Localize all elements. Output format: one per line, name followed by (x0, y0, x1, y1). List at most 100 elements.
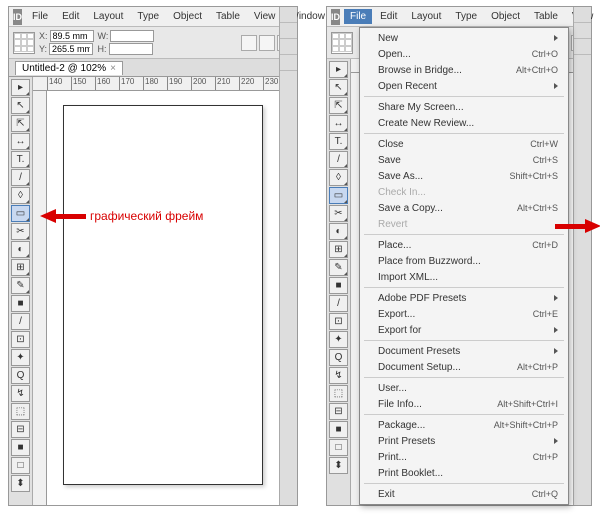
tool-button[interactable]: ◊ (329, 169, 348, 186)
tool-button[interactable]: ◊ (11, 187, 30, 204)
menubar: ID File Edit Layout Type Object Table Vi… (327, 7, 591, 27)
menu-item[interactable]: Place...Ctrl+D (360, 237, 568, 253)
tool-button[interactable]: ■ (11, 439, 30, 456)
menu-object[interactable]: Object (167, 9, 208, 24)
tool-button[interactable]: ▭ (329, 187, 348, 204)
menu-item[interactable]: Create New Review... (360, 115, 568, 131)
x-input[interactable] (50, 30, 94, 42)
tool-button[interactable]: ▸ (11, 79, 30, 96)
document-tab[interactable]: Untitled-2 @ 102%× (15, 61, 123, 75)
menu-layout[interactable]: Layout (405, 9, 447, 24)
y-input[interactable] (49, 43, 93, 55)
coord-box: X: Y: (39, 30, 94, 55)
menu-edit[interactable]: Edit (374, 9, 403, 24)
tool-button[interactable]: / (329, 295, 348, 312)
menu-item[interactable]: Place from Buzzword... (360, 253, 568, 269)
menu-item[interactable]: Share My Screen... (360, 99, 568, 115)
tool-button[interactable]: □ (329, 439, 348, 456)
tool-button[interactable]: Q (329, 349, 348, 366)
tool-button[interactable]: ⊞ (329, 241, 348, 258)
tool-button[interactable]: ↔ (329, 115, 348, 132)
menu-item[interactable]: New (360, 30, 568, 46)
h-input[interactable] (109, 43, 153, 55)
tool-button[interactable]: ⇱ (329, 97, 348, 114)
menu-type[interactable]: Type (131, 9, 165, 24)
menu-object[interactable]: Object (485, 9, 526, 24)
tool-button[interactable]: ⇱ (11, 115, 30, 132)
menu-item[interactable]: Print Booklet... (360, 465, 568, 481)
tool-button[interactable]: ▭ (11, 205, 30, 222)
w-input[interactable] (110, 30, 154, 42)
menu-item[interactable]: Document Setup...Alt+Ctrl+P (360, 359, 568, 375)
tool-button[interactable]: □ (11, 457, 30, 474)
menu-item[interactable]: User... (360, 380, 568, 396)
tool-button[interactable]: ✂ (329, 205, 348, 222)
tool-button[interactable]: ⊡ (329, 313, 348, 330)
menu-item[interactable]: Print Presets (360, 433, 568, 449)
tool-button[interactable]: ■ (11, 295, 30, 312)
reference-point-grid[interactable] (331, 32, 353, 54)
tool-button[interactable]: ■ (329, 421, 348, 438)
menu-item[interactable]: SaveCtrl+S (360, 152, 568, 168)
menu-item[interactable]: CloseCtrl+W (360, 136, 568, 152)
tool-button[interactable]: ✂ (11, 223, 30, 240)
tool-button[interactable]: ↔ (11, 133, 30, 150)
menu-item[interactable]: Import XML... (360, 269, 568, 285)
reference-point-grid[interactable] (13, 32, 35, 54)
tool-button[interactable]: ⊟ (329, 403, 348, 420)
canvas[interactable]: 140150160170180190200210220230240 (33, 77, 297, 505)
menu-view[interactable]: View (248, 9, 282, 24)
menu-item[interactable]: Export for (360, 322, 568, 338)
menu-item[interactable]: Browse in Bridge...Alt+Ctrl+O (360, 62, 568, 78)
tool-button[interactable]: ◐ (11, 241, 30, 258)
menu-item[interactable]: Save a Copy...Alt+Ctrl+S (360, 200, 568, 216)
document-page[interactable] (63, 105, 263, 485)
menu-file[interactable]: File (344, 9, 372, 24)
tool-button[interactable]: ↖ (329, 79, 348, 96)
menu-item[interactable]: Save As...Shift+Ctrl+S (360, 168, 568, 184)
tool-button[interactable]: Q (11, 367, 30, 384)
tool-button[interactable]: ▸ (329, 61, 348, 78)
menu-file[interactable]: File (26, 9, 54, 24)
menu-item[interactable]: Package...Alt+Shift+Ctrl+P (360, 417, 568, 433)
tool-button[interactable]: T. (329, 133, 348, 150)
document-tab-bar: Untitled-2 @ 102%× (9, 59, 297, 77)
tool-button[interactable]: / (11, 169, 30, 186)
menu-item[interactable]: Adobe PDF Presets (360, 290, 568, 306)
tool-button[interactable]: ⊟ (11, 421, 30, 438)
menu-edit[interactable]: Edit (56, 9, 85, 24)
vertical-ruler (33, 91, 47, 505)
menu-item[interactable]: ExitCtrl+Q (360, 486, 568, 502)
toolbar-icon[interactable] (241, 35, 257, 51)
tool-button[interactable]: / (329, 151, 348, 168)
tool-button[interactable]: ⊞ (11, 259, 30, 276)
tool-button[interactable]: / (11, 313, 30, 330)
tool-button[interactable]: ⬍ (11, 475, 30, 492)
tool-button[interactable]: ↖ (11, 97, 30, 114)
tool-button[interactable]: ■ (329, 277, 348, 294)
menu-item[interactable]: Print...Ctrl+P (360, 449, 568, 465)
tool-button[interactable]: ⊡ (11, 331, 30, 348)
menu-item[interactable]: Document Presets (360, 343, 568, 359)
tool-button[interactable]: ✎ (11, 277, 30, 294)
menu-type[interactable]: Type (449, 9, 483, 24)
menu-item[interactable]: File Info...Alt+Shift+Ctrl+I (360, 396, 568, 412)
menu-item[interactable]: Open Recent (360, 78, 568, 94)
tool-button[interactable]: ↯ (11, 385, 30, 402)
menu-layout[interactable]: Layout (87, 9, 129, 24)
tool-button[interactable]: ✎ (329, 259, 348, 276)
tool-button[interactable]: ↯ (329, 367, 348, 384)
tool-button[interactable]: ⬚ (11, 403, 30, 420)
menu-item[interactable]: Export...Ctrl+E (360, 306, 568, 322)
tool-button[interactable]: ✦ (11, 349, 30, 366)
tool-button[interactable]: ✦ (329, 331, 348, 348)
menu-table[interactable]: Table (210, 9, 246, 24)
toolbar-icon[interactable] (259, 35, 275, 51)
menu-table[interactable]: Table (528, 9, 564, 24)
menu-item[interactable]: Open...Ctrl+O (360, 46, 568, 62)
close-icon[interactable]: × (110, 63, 116, 74)
tool-button[interactable]: ◐ (329, 223, 348, 240)
tool-button[interactable]: ⬍ (329, 457, 348, 474)
tool-button[interactable]: ⬚ (329, 385, 348, 402)
tool-button[interactable]: T. (11, 151, 30, 168)
